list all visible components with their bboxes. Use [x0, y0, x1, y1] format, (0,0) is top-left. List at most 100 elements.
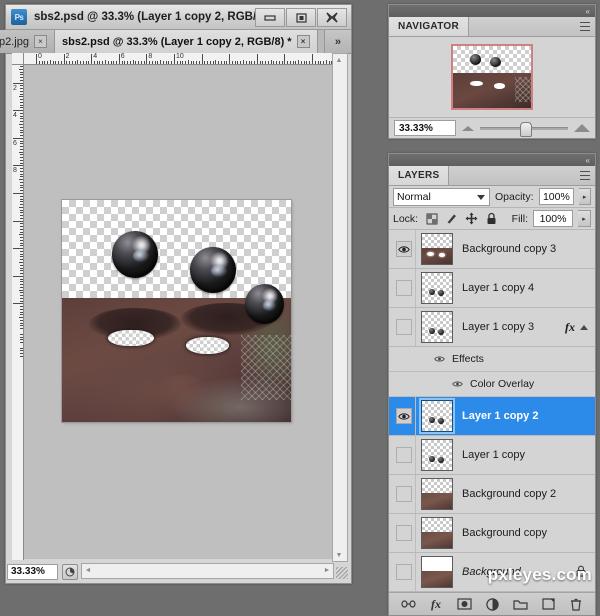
tab-overflow-button[interactable]: »	[323, 30, 351, 53]
eye-hidden-icon[interactable]	[395, 319, 412, 335]
close-icon[interactable]: ×	[296, 35, 310, 48]
eye-icon[interactable]	[395, 241, 412, 257]
opacity-label: Opacity:	[494, 190, 534, 203]
layer-visibility-toggle[interactable]	[392, 397, 416, 435]
delete-layer-icon[interactable]	[569, 597, 584, 612]
fill-input[interactable]: 100%	[533, 210, 573, 227]
vertical-scrollbar[interactable]: ▲ ▼	[332, 53, 348, 562]
window-title: sbs2.psd @ 33.3% (Layer 1 copy 2, RGB/8)…	[34, 11, 275, 23]
sphere-right	[190, 246, 237, 294]
fill-label: Fill:	[511, 212, 528, 225]
collapse-panels-button[interactable]: «	[389, 5, 595, 17]
close-icon[interactable]: ×	[33, 35, 47, 48]
new-group-icon[interactable]	[512, 597, 528, 612]
eye-icon[interactable]	[433, 354, 446, 365]
eye-hidden-icon[interactable]	[395, 525, 412, 541]
right-eye-transparent-hole	[185, 337, 230, 354]
layer-visibility-toggle[interactable]	[392, 308, 416, 346]
layer-thumbnail[interactable]	[421, 439, 453, 471]
restore-button[interactable]	[286, 8, 316, 27]
tab-p2jpg[interactable]: p2.jpg ×	[0, 30, 55, 53]
panel-menu-icon[interactable]	[580, 22, 590, 31]
layer-visibility-toggle[interactable]	[392, 436, 416, 474]
eye-hidden-icon[interactable]	[395, 280, 412, 296]
zoom-slider-knob[interactable]	[520, 121, 533, 137]
add-layer-mask-icon[interactable]	[456, 597, 472, 612]
link-layers-icon[interactable]	[400, 597, 416, 612]
zoom-slider[interactable]	[480, 121, 568, 137]
eye-hidden-icon[interactable]	[395, 486, 412, 502]
layer-visibility-toggle[interactable]	[392, 475, 416, 513]
layers-footer-toolbar: fx	[389, 592, 595, 615]
opacity-stepper[interactable]: ▸	[579, 188, 591, 205]
layer-thumbnail[interactable]	[421, 517, 453, 549]
ruler-origin-box[interactable]	[12, 53, 24, 65]
layer-name: Background copy 2	[462, 488, 557, 500]
zoom-in-triangle-icon[interactable]	[574, 124, 590, 132]
new-layer-icon[interactable]	[541, 597, 556, 612]
layer-thumbnail[interactable]	[421, 556, 453, 588]
eye-hidden-icon[interactable]	[395, 447, 412, 463]
navigator-preview[interactable]	[389, 37, 595, 117]
layer-thumbnail[interactable]	[421, 478, 453, 510]
navigator-zoom-input[interactable]: 33.33%	[394, 120, 456, 136]
artboard[interactable]	[62, 200, 291, 422]
layer-effect-item[interactable]: Color Overlay	[389, 372, 595, 397]
minimize-button[interactable]	[255, 8, 285, 27]
zoom-level-input[interactable]: 33.33%	[7, 563, 58, 580]
scroll-left-arrow[interactable]: ◄	[82, 564, 94, 576]
layer-visibility-toggle[interactable]	[392, 553, 416, 591]
layer-row-layer-1-copy-2[interactable]: Layer 1 copy 2	[389, 397, 595, 436]
eye-hidden-icon[interactable]	[395, 564, 412, 580]
layer-visibility-toggle[interactable]	[392, 269, 416, 307]
opacity-input[interactable]: 100%	[538, 188, 575, 205]
panel-menu-icon[interactable]	[580, 171, 590, 180]
layers-panel: « LAYERS Normal Opacity: 100% ▸ Lock: Fi…	[388, 153, 596, 616]
layer-row-background-copy-3[interactable]: Background copy 3	[389, 230, 595, 269]
layer-visibility-toggle[interactable]	[392, 514, 416, 552]
scroll-up-arrow[interactable]: ▲	[333, 54, 345, 66]
layer-row-background-copy[interactable]: Background copy	[389, 514, 595, 553]
navigator-thumbnail	[451, 44, 533, 110]
resize-grip[interactable]	[336, 567, 348, 579]
layer-thumbnail[interactable]	[421, 233, 453, 265]
layer-row-layer-1-copy[interactable]: Layer 1 copy	[389, 436, 595, 475]
layer-thumbnail[interactable]	[421, 400, 453, 432]
left-eye-transparent-hole	[107, 329, 154, 347]
blend-mode-value: Normal	[397, 190, 431, 203]
layer-visibility-toggle[interactable]	[392, 230, 416, 268]
tab-sbs2psd[interactable]: sbs2.psd @ 33.3% (Layer 1 copy 2, RGB/8)…	[54, 30, 318, 53]
canvas-area[interactable]	[24, 65, 334, 559]
layer-thumbnail[interactable]	[421, 272, 453, 304]
layer-effects-fx-icon[interactable]: fx	[565, 320, 575, 335]
eye-icon[interactable]	[395, 408, 412, 424]
eye-icon[interactable]	[451, 379, 464, 390]
document-profile-icon[interactable]	[62, 563, 78, 580]
scroll-down-arrow[interactable]: ▼	[333, 549, 345, 561]
add-layer-style-icon[interactable]: fx	[429, 597, 444, 612]
tab-navigator[interactable]: NAVIGATOR	[389, 17, 470, 36]
title-bar[interactable]: Ps sbs2.psd @ 33.3% (Layer 1 copy 2, RGB…	[6, 5, 351, 30]
expand-effects-chevron-icon[interactable]	[580, 324, 588, 330]
fill-stepper[interactable]: ▸	[578, 210, 591, 227]
scroll-right-arrow[interactable]: ►	[321, 564, 333, 576]
zoom-out-triangle-icon[interactable]	[462, 125, 474, 131]
layer-row-layer-1-copy-4[interactable]: Layer 1 copy 4	[389, 269, 595, 308]
lock-transparent-pixels-icon[interactable]	[425, 212, 438, 225]
tab-layers[interactable]: LAYERS	[389, 166, 450, 185]
close-button[interactable]	[317, 8, 347, 27]
watermark: pxleyes.com	[487, 565, 592, 584]
collapse-layers-button[interactable]: «	[389, 154, 595, 166]
horizontal-scrollbar[interactable]: ◄ ►	[81, 563, 334, 579]
layer-thumbnail[interactable]	[421, 311, 453, 343]
blend-mode-select[interactable]: Normal	[393, 187, 490, 206]
lock-all-icon[interactable]	[485, 212, 498, 225]
tab-label: p2.jpg	[0, 35, 29, 48]
lock-row: Lock: Fill: 100% ▸	[389, 208, 595, 230]
layer-effects-group[interactable]: Effects	[389, 347, 595, 372]
layer-row-background-copy-2[interactable]: Background copy 2	[389, 475, 595, 514]
layer-row-layer-1-copy-3[interactable]: Layer 1 copy 3 fx	[389, 308, 595, 347]
lock-image-pixels-icon[interactable]	[445, 212, 458, 225]
lock-position-icon[interactable]	[465, 212, 478, 225]
new-fill-adjustment-icon[interactable]	[485, 597, 500, 612]
